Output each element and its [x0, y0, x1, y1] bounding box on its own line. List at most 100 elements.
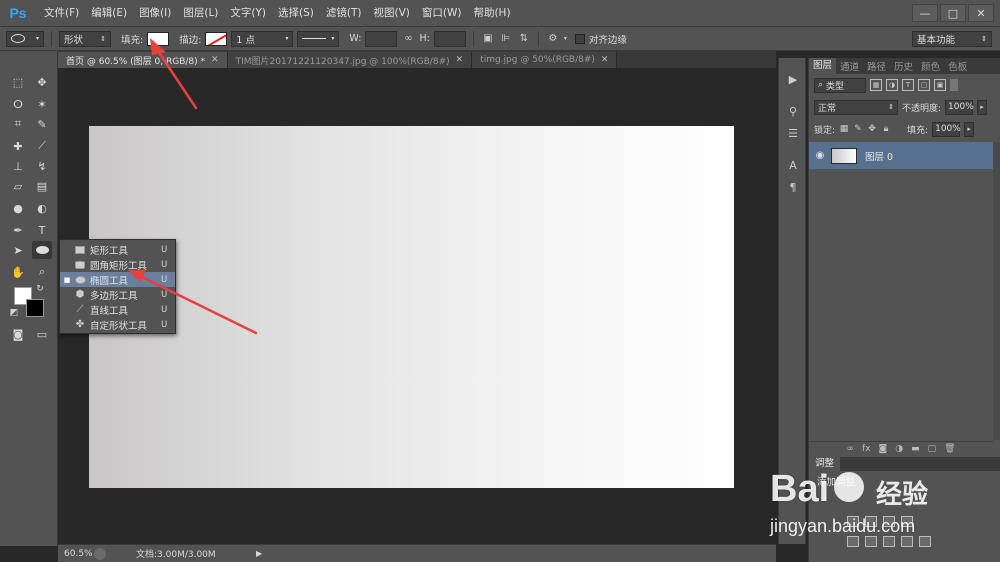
tab-document-tim[interactable]: TIM图片20171221120347.jpg @ 100%(RGB/8#) ✕	[227, 52, 473, 68]
flyout-item-rounded-rectangle[interactable]: 圆角矩形工具 U	[60, 257, 175, 272]
width-field[interactable]	[365, 30, 398, 47]
play-action-icon[interactable]: ▶	[785, 72, 801, 86]
lock-transparent-icon[interactable]: ▦	[839, 124, 849, 134]
tab-color[interactable]: 颜色	[917, 59, 944, 73]
flyout-item-custom-shape[interactable]: ✤ 自定形状工具 U	[60, 317, 175, 332]
eyedropper-tool-icon[interactable]: ✎	[32, 115, 52, 133]
menu-edit[interactable]: 编辑(E)	[85, 0, 133, 27]
path-selection-tool-icon[interactable]: ➤	[8, 241, 28, 259]
healing-brush-tool-icon[interactable]: ✚	[8, 137, 28, 155]
opacity-field[interactable]: 100%	[945, 99, 974, 115]
crop-tool-icon[interactable]: ⌗	[8, 115, 28, 133]
gradient-tool-icon[interactable]: ▤	[32, 177, 52, 195]
type-filter-icon[interactable]: T	[902, 79, 914, 91]
type-tool-icon[interactable]: T	[32, 221, 52, 239]
flyout-item-ellipse[interactable]: ■ 椭圆工具 U	[60, 272, 175, 287]
path-arrangement-icon[interactable]: ⇅	[517, 32, 531, 46]
status-info-icon[interactable]	[94, 547, 106, 560]
link-layers-icon[interactable]: ∞	[846, 444, 854, 454]
paragraph-panel-icon[interactable]: ¶	[785, 180, 801, 194]
lock-position-icon[interactable]: ✥	[867, 124, 877, 134]
lock-all-icon[interactable]: 🔒︎	[881, 124, 891, 134]
clone-stamp-tool-icon[interactable]: ⊥	[8, 157, 28, 175]
layer-style-icon[interactable]: fx	[862, 444, 871, 454]
close-icon[interactable]: ✕	[211, 55, 219, 65]
tab-swatches[interactable]: 色板	[944, 59, 971, 73]
menu-view[interactable]: 视图(V)	[367, 0, 415, 27]
play-arrow-icon[interactable]: ▶	[256, 549, 262, 558]
zoom-level[interactable]: 60.5%	[58, 549, 94, 559]
character-panel-icon[interactable]: A	[785, 158, 801, 172]
dodge-tool-icon[interactable]: ◐	[32, 199, 52, 217]
new-adjustment-layer-icon[interactable]: ◑	[895, 444, 903, 454]
menu-select[interactable]: 选择(S)	[272, 0, 320, 27]
layer-kind-dropdown[interactable]: ⌕ 类型	[814, 77, 866, 93]
zoom-tool-icon[interactable]: ⌕	[32, 263, 52, 281]
tab-channels[interactable]: 通道	[836, 59, 863, 73]
tab-layers[interactable]: 图层	[809, 58, 837, 74]
chevron-right-icon[interactable]: ▸	[977, 99, 988, 115]
tab-paths[interactable]: 路径	[863, 59, 890, 73]
blend-mode-dropdown[interactable]: 正常 ⇕	[814, 99, 898, 115]
gear-icon[interactable]: ⚙	[546, 32, 560, 46]
eraser-tool-icon[interactable]: ▱	[8, 177, 28, 195]
menu-type[interactable]: 文字(Y)	[224, 0, 272, 27]
tool-preset-picker[interactable]: ▾	[6, 30, 44, 47]
maximize-button[interactable]: □	[940, 4, 966, 22]
stroke-width-field[interactable]: 1 点 ▾	[231, 30, 294, 47]
filter-toggle-icon[interactable]	[950, 79, 958, 91]
lock-pixels-icon[interactable]: ✎	[853, 124, 863, 134]
adjustment-filter-icon[interactable]: ◑	[886, 79, 898, 91]
pixel-filter-icon[interactable]: ▦	[870, 79, 882, 91]
brush-preset-icon[interactable]: ⚲	[785, 104, 801, 118]
menu-image[interactable]: 图像(I)	[133, 0, 177, 27]
tab-document-timg[interactable]: timg.jpg @ 50%(RGB/8#) ✕	[472, 52, 618, 68]
move-tool-icon[interactable]: ✥	[32, 73, 52, 91]
layer-name[interactable]: 图层 0	[865, 149, 893, 163]
pen-tool-icon[interactable]: ✒	[8, 221, 28, 239]
layer-row[interactable]: ◉ 图层 0	[809, 142, 993, 169]
menu-filter[interactable]: 滤镜(T)	[320, 0, 368, 27]
stroke-type-dropdown[interactable]: ▾	[297, 30, 340, 47]
close-window-button[interactable]: ✕	[968, 4, 994, 22]
adjustments-slider-icon[interactable]: ☰	[785, 126, 801, 140]
close-icon[interactable]: ✕	[601, 55, 609, 65]
marquee-tool-icon[interactable]: ⬚	[8, 73, 28, 91]
align-edges-checkbox[interactable]	[574, 33, 585, 44]
hand-tool-icon[interactable]: ✋	[8, 263, 28, 281]
flyout-item-rectangle[interactable]: 矩形工具 U	[60, 242, 175, 257]
eye-visibility-icon[interactable]: ◉	[809, 150, 831, 161]
menu-layer[interactable]: 图层(L)	[177, 0, 224, 27]
stroke-swatch[interactable]	[205, 31, 228, 46]
blur-tool-icon[interactable]: ●	[8, 199, 28, 217]
shape-filter-icon[interactable]: ▢	[918, 79, 930, 91]
minimize-button[interactable]: —	[912, 4, 938, 22]
flyout-item-line[interactable]: ⟋ 直线工具 U	[60, 302, 175, 317]
magic-wand-tool-icon[interactable]: ✶	[32, 95, 52, 113]
close-icon[interactable]: ✕	[456, 55, 464, 65]
history-brush-tool-icon[interactable]: ↯	[32, 157, 52, 175]
menu-window[interactable]: 窗口(W)	[416, 0, 468, 27]
default-colors-icon[interactable]: ◩	[8, 307, 20, 319]
brush-tool-icon[interactable]: ⟋	[32, 137, 52, 155]
chevron-down-icon[interactable]: ▾	[564, 35, 567, 42]
workspace-dropdown[interactable]: 基本功能 ⇕	[912, 31, 992, 47]
new-layer-icon[interactable]: ▢	[928, 444, 937, 454]
layers-scrollbar[interactable]	[993, 142, 1000, 440]
document-canvas[interactable]	[89, 126, 734, 488]
chevron-right-icon[interactable]: ▸	[964, 121, 975, 137]
fill-swatch[interactable]	[147, 31, 170, 46]
flyout-item-polygon[interactable]: ⬢ 多边形工具 U	[60, 287, 175, 302]
menu-file[interactable]: 文件(F)	[38, 0, 85, 27]
tab-document-home[interactable]: 首页 @ 60.5% (图层 0, RGB/8) * ✕	[58, 52, 228, 68]
quick-mask-icon[interactable]: ◙	[8, 325, 28, 343]
background-color-swatch[interactable]	[26, 299, 44, 317]
tab-history[interactable]: 历史	[890, 59, 917, 73]
path-operations-icon[interactable]: ▣	[481, 32, 495, 46]
screen-mode-icon[interactable]: ▭	[32, 325, 52, 343]
link-icon[interactable]: ∞	[401, 32, 415, 46]
menu-help[interactable]: 帮助(H)	[467, 0, 516, 27]
ellipse-tool-icon[interactable]	[32, 241, 52, 259]
layer-mask-icon[interactable]: ◙	[878, 444, 887, 454]
path-alignment-icon[interactable]: ⊫	[499, 32, 513, 46]
